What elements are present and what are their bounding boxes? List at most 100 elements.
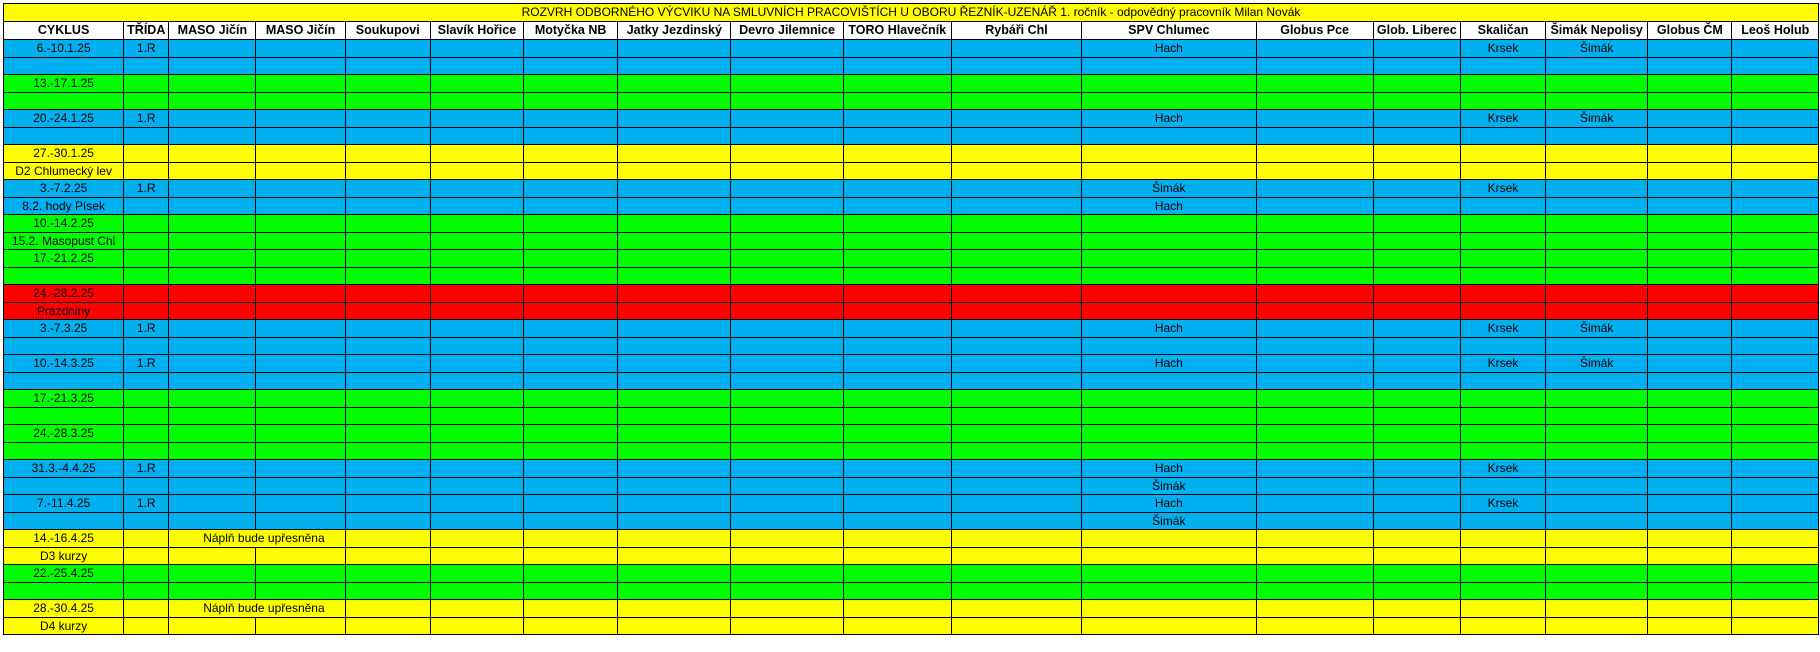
schedule-cell [429, 39, 525, 58]
schedule-cell [1459, 232, 1547, 250]
schedule-cell [1459, 337, 1547, 355]
schedule-cell [1372, 582, 1461, 600]
schedule-cell [1372, 267, 1461, 285]
class-cell [123, 74, 170, 93]
class-cell [123, 197, 170, 215]
schedule-cell [1459, 267, 1547, 285]
schedule-cell [950, 354, 1083, 373]
schedule-cell [168, 547, 257, 565]
schedule-cell [344, 512, 431, 530]
schedule-cell [344, 197, 431, 215]
schedule-cell [168, 284, 257, 303]
schedule-cell [344, 407, 431, 425]
schedule-cell [1731, 162, 1819, 180]
class-cell: 1.R [123, 179, 170, 198]
schedule-cell [1372, 144, 1461, 163]
schedule-cell [950, 529, 1083, 548]
schedule-cell [344, 109, 431, 128]
schedule-cell [1372, 302, 1461, 320]
schedule-cell [344, 477, 431, 495]
schedule-cell [1647, 179, 1733, 198]
schedule-cell [1545, 547, 1649, 565]
schedule-cell [1731, 144, 1819, 163]
table-row: 15.2. Masopust Chl [2, 232, 1819, 250]
schedule-cell: Šimák [1081, 477, 1257, 495]
schedule-cell [1255, 144, 1374, 163]
class-cell [123, 442, 170, 460]
schedule-cell [1255, 512, 1374, 530]
schedule-cell: Šimák [1081, 179, 1257, 198]
cycle-cell: 24.-28.2.25 [2, 284, 125, 303]
schedule-cell [950, 109, 1083, 128]
column-header: Soukupovi [344, 21, 431, 40]
schedule-cell: Krsek [1459, 354, 1547, 373]
cycle-cell: 17.-21.3.25 [2, 389, 125, 408]
schedule-cell [1647, 74, 1733, 93]
table-row: 24.-28.2.25 [2, 284, 1819, 303]
schedule-cell [255, 354, 346, 373]
schedule-cell [617, 494, 732, 513]
table-row: 6.-10.1.25 1.R Hach Krsek Šimák [2, 39, 1819, 58]
schedule-cell [1255, 424, 1374, 443]
schedule-cell [950, 477, 1083, 495]
schedule-cell [168, 179, 257, 198]
schedule-cell [1647, 284, 1733, 303]
schedule-cell [1081, 582, 1257, 600]
schedule-cell [255, 564, 346, 583]
schedule-cell [1459, 214, 1547, 233]
schedule-cell [1545, 284, 1649, 303]
schedule-cell [1372, 407, 1461, 425]
schedule-cell [429, 74, 525, 93]
header-row: CYKLUS TŘÍDA MASO Jičín MASO Jičín Soukupovi… [2, 21, 1819, 40]
cycle-cell: 14.-16.4.25 [2, 529, 125, 548]
schedule-cell [730, 57, 844, 75]
cycle-cell: 20.-24.1.25 [2, 109, 125, 128]
schedule-cell [255, 372, 346, 390]
schedule-cell [1545, 232, 1649, 250]
schedule-cell [1545, 617, 1649, 635]
schedule-cell [168, 92, 257, 110]
table-row: 17.-21.2.25 [2, 249, 1819, 268]
table-row [2, 407, 1819, 425]
column-header: SPV Chlumec [1081, 21, 1257, 40]
schedule-cell [1459, 372, 1547, 390]
schedule-cell [617, 424, 732, 443]
schedule-cell: Hach [1081, 39, 1257, 58]
schedule-cell [344, 57, 431, 75]
cycle-cell: 10.-14.2.25 [2, 214, 125, 233]
schedule-cell [842, 109, 952, 128]
schedule-cell [429, 179, 525, 198]
cycle-cell: Prázdniny [2, 302, 125, 320]
schedule-cell [168, 564, 257, 583]
schedule-cell [617, 459, 732, 478]
table-row: 10.-14.3.25 1.R Hach Krsek Šimák [2, 354, 1819, 373]
schedule-cell [1647, 249, 1733, 268]
column-header: Glob. Liberec [1372, 21, 1461, 40]
schedule-cell [1255, 74, 1374, 93]
schedule-cell [617, 319, 732, 338]
column-header: TORO Hlavečník [842, 21, 952, 40]
schedule-cell [842, 284, 952, 303]
schedule-cell [255, 302, 346, 320]
schedule-cell [1731, 389, 1819, 408]
schedule-cell [1372, 389, 1461, 408]
schedule-cell [1081, 232, 1257, 250]
schedule-cell [1731, 599, 1819, 618]
schedule-cell [168, 354, 257, 373]
schedule-cell [1545, 57, 1649, 75]
table-row [2, 57, 1819, 75]
schedule-cell [429, 564, 525, 583]
schedule-cell [730, 214, 844, 233]
schedule-cell [1459, 529, 1547, 548]
schedule-cell [842, 197, 952, 215]
schedule-cell [1081, 284, 1257, 303]
schedule-cell [523, 564, 619, 583]
schedule-cell [523, 389, 619, 408]
schedule-cell [1372, 214, 1461, 233]
schedule-cell [1372, 477, 1461, 495]
schedule-cell [344, 424, 431, 443]
schedule-cell [1372, 354, 1461, 373]
schedule-cell [842, 599, 952, 618]
schedule-cell [255, 319, 346, 338]
schedule-cell [950, 302, 1083, 320]
